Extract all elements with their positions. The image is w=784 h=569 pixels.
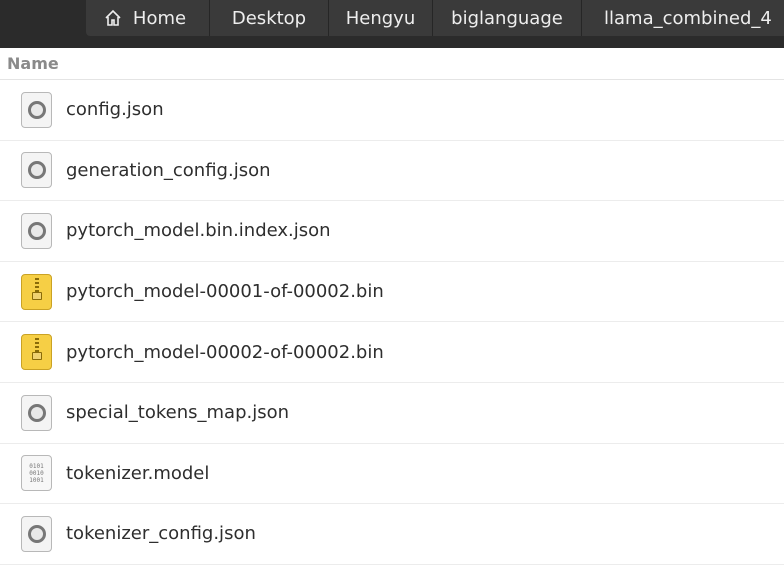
home-icon xyxy=(105,9,121,26)
breadcrumb-hengyu[interactable]: Hengyu xyxy=(329,0,433,36)
binary-file-icon: 0101 0010 1001 xyxy=(21,455,52,492)
file-name: tokenizer.model xyxy=(66,462,210,484)
list-header: Name xyxy=(0,48,784,80)
breadcrumb-label: Home xyxy=(132,7,187,29)
file-row[interactable]: generation_config.json xyxy=(0,141,784,202)
file-name: pytorch_model-00002-of-00002.bin xyxy=(66,341,384,363)
breadcrumb-home[interactable]: Home xyxy=(86,0,210,36)
file-name: tokenizer_config.json xyxy=(66,523,256,545)
file-name: generation_config.json xyxy=(66,159,271,181)
json-file-icon xyxy=(21,515,52,552)
file-name: pytorch_model-00001-of-00002.bin xyxy=(66,281,384,303)
file-row[interactable]: pytorch_model-00002-of-00002.bin xyxy=(0,322,784,383)
breadcrumb-label: Desktop xyxy=(231,7,307,29)
breadcrumb-label: llama_combined_4 xyxy=(604,7,772,29)
binary-icon-text: 0101 xyxy=(29,462,44,470)
json-file-icon xyxy=(21,91,52,128)
json-file-icon xyxy=(21,394,52,431)
name-column-header[interactable]: Name xyxy=(7,54,59,73)
breadcrumb-llama-combined-4[interactable]: llama_combined_4 xyxy=(582,0,784,36)
breadcrumb-label: Hengyu xyxy=(345,7,416,29)
json-file-icon xyxy=(21,152,52,189)
path-bar: Home Desktop Hengyu biglanguage llama_co… xyxy=(0,0,784,48)
file-name: special_tokens_map.json xyxy=(66,402,290,424)
breadcrumb-desktop[interactable]: Desktop xyxy=(210,0,329,36)
archive-file-icon xyxy=(21,273,52,310)
archive-file-icon xyxy=(21,334,52,371)
breadcrumb-biglanguage[interactable]: biglanguage xyxy=(433,0,582,36)
file-row[interactable]: pytorch_model.bin.index.json xyxy=(0,201,784,262)
binary-icon-text: 0010 xyxy=(29,469,44,477)
binary-icon-text: 1001 xyxy=(29,476,44,484)
file-row[interactable]: tokenizer_config.json xyxy=(0,504,784,565)
file-list: config.json generation_config.json pytor… xyxy=(0,80,784,565)
breadcrumb-label: biglanguage xyxy=(451,7,563,29)
breadcrumb: Home Desktop Hengyu biglanguage llama_co… xyxy=(86,0,784,36)
file-name: pytorch_model.bin.index.json xyxy=(66,220,331,242)
file-row[interactable]: config.json xyxy=(0,80,784,141)
file-name: config.json xyxy=(66,99,164,121)
file-row[interactable]: special_tokens_map.json xyxy=(0,383,784,444)
json-file-icon xyxy=(21,212,52,249)
file-row[interactable]: pytorch_model-00001-of-00002.bin xyxy=(0,262,784,323)
file-row[interactable]: 0101 0010 1001 tokenizer.model xyxy=(0,444,784,505)
